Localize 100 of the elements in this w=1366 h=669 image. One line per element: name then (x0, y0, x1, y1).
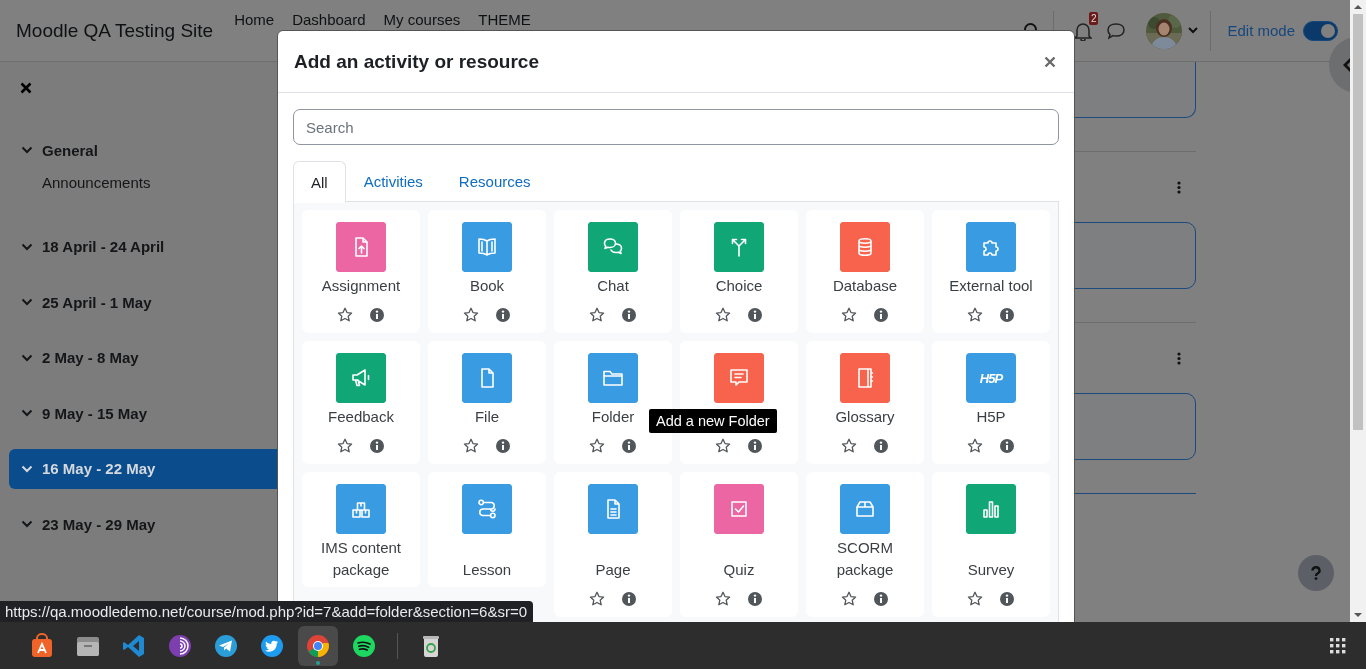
info-button[interactable] (999, 307, 1015, 323)
activity-tile[interactable]: Assignment (302, 210, 420, 333)
info-button[interactable] (999, 438, 1015, 454)
app-grid-icon[interactable] (1330, 637, 1346, 654)
tab[interactable]: All (293, 161, 346, 203)
tab[interactable]: Resources (440, 161, 549, 202)
chevron-down-icon[interactable] (21, 296, 33, 308)
course-section-item[interactable]: 23 May - 29 May (9, 504, 278, 544)
activity-name: H5P (975, 407, 1007, 427)
star-button[interactable] (841, 438, 857, 454)
star-button[interactable] (967, 591, 983, 607)
info-button[interactable] (495, 438, 511, 454)
nav-link[interactable]: Home (234, 11, 275, 28)
caret-icon[interactable] (1188, 27, 1199, 34)
chevron-down-icon[interactable] (21, 407, 33, 419)
code-editor-icon[interactable] (121, 632, 147, 659)
activity-tile[interactable]: Quiz (680, 472, 798, 617)
star-button[interactable] (967, 438, 983, 454)
course-section-item[interactable]: 9 May - 15 May (9, 393, 278, 433)
star-button[interactable] (589, 591, 605, 607)
modal-title: Add an activity or resource (294, 50, 539, 73)
activity-name: Assignment (320, 276, 402, 296)
taskbar-app[interactable] (298, 625, 338, 666)
close-icon[interactable] (20, 82, 32, 94)
kebab-menu-icon[interactable] (1177, 180, 1181, 194)
bell-icon[interactable] (1074, 20, 1093, 41)
info-button[interactable] (495, 307, 511, 323)
bird-icon[interactable] (259, 632, 285, 659)
chevron-down-icon[interactable] (21, 144, 33, 156)
info-button[interactable] (747, 307, 763, 323)
star-button[interactable] (463, 438, 479, 454)
scrollbar-thumb[interactable] (1353, 14, 1363, 430)
edit-mode-label: Edit mode (1227, 22, 1295, 39)
star-button[interactable] (337, 438, 353, 454)
info-button[interactable] (873, 307, 889, 323)
star-button[interactable] (337, 307, 353, 323)
star-button[interactable] (841, 591, 857, 607)
info-button[interactable] (621, 591, 637, 607)
course-section-item[interactable]: 2 May - 8 May (9, 337, 278, 378)
course-section-item[interactable]: 25 April - 1 May (9, 282, 278, 322)
help-button[interactable] (1298, 555, 1334, 591)
course-section-item[interactable]: 16 May - 22 May (9, 448, 278, 489)
course-section-item[interactable]: 18 April - 24 April (9, 226, 278, 267)
tooltip: Add a new Folder (649, 409, 777, 433)
activity-tile[interactable]: Page (554, 472, 672, 617)
star-button[interactable] (463, 307, 479, 323)
kebab-menu-icon[interactable] (1177, 351, 1181, 365)
edit-mode-switch[interactable] (1303, 20, 1338, 41)
star-button[interactable] (715, 591, 731, 607)
star-button[interactable] (589, 307, 605, 323)
info-button[interactable] (747, 591, 763, 607)
star-button[interactable] (715, 307, 731, 323)
info-button[interactable] (369, 438, 385, 454)
onion-icon[interactable] (167, 632, 193, 659)
activity-tile[interactable]: Survey (932, 472, 1050, 617)
activity-tile[interactable]: Book (428, 210, 546, 333)
info-button[interactable] (747, 438, 763, 454)
activity-name: Book (468, 276, 506, 296)
nav-link[interactable]: THEME (478, 11, 531, 28)
nav-link[interactable]: Dashboard (292, 11, 366, 28)
activity-tile[interactable]: Lesson (428, 472, 546, 587)
question-mark-icon[interactable] (1311, 566, 1321, 580)
paper-plane-icon[interactable] (213, 632, 239, 659)
star-button[interactable] (967, 307, 983, 323)
activity-tile[interactable]: SCORM package (806, 472, 924, 617)
activity-tile[interactable]: H5P H5P (932, 341, 1050, 464)
star-button[interactable] (841, 307, 857, 323)
activity-name: Page (594, 560, 632, 580)
browser-icon[interactable] (305, 632, 331, 659)
activity-tile[interactable]: Feedback (302, 341, 420, 464)
activity-name: Database (831, 276, 899, 296)
activity-tile[interactable]: IMS content package (302, 472, 420, 587)
chat-bubble-icon[interactable] (1106, 21, 1127, 40)
chevron-down-icon[interactable] (21, 518, 33, 530)
tab[interactable]: Activities (345, 161, 441, 202)
info-button[interactable] (873, 438, 889, 454)
info-button[interactable] (621, 307, 637, 323)
running-indicator (316, 660, 320, 665)
search-field[interactable]: Search (293, 109, 1059, 145)
scroll-up-arrow[interactable] (1353, 4, 1363, 10)
nav-link[interactable]: My courses (383, 11, 461, 28)
info-button[interactable] (999, 591, 1015, 607)
chevron-left-icon[interactable] (1343, 58, 1350, 72)
app-store-icon[interactable] (29, 632, 55, 659)
site-name[interactable]: Moodle QA Testing Site (16, 19, 214, 42)
star-button[interactable] (715, 438, 731, 454)
scroll-down-arrow[interactable] (1353, 612, 1363, 618)
activity-tile[interactable]: Database (806, 210, 924, 333)
course-section-item[interactable]: General (9, 130, 278, 170)
info-button[interactable] (873, 591, 889, 607)
info-button[interactable] (621, 438, 637, 454)
course-activity-item[interactable]: Announcements (42, 174, 151, 191)
activity-tile[interactable]: Choice (680, 210, 798, 333)
info-button[interactable] (369, 307, 385, 323)
activity-tile[interactable]: Glossary (806, 341, 924, 464)
music-app-icon[interactable] (351, 632, 377, 659)
activity-tile[interactable]: External tool (932, 210, 1050, 333)
activity-tile[interactable]: File (428, 341, 546, 464)
activity-tile[interactable]: Chat (554, 210, 672, 333)
star-button[interactable] (589, 438, 605, 454)
